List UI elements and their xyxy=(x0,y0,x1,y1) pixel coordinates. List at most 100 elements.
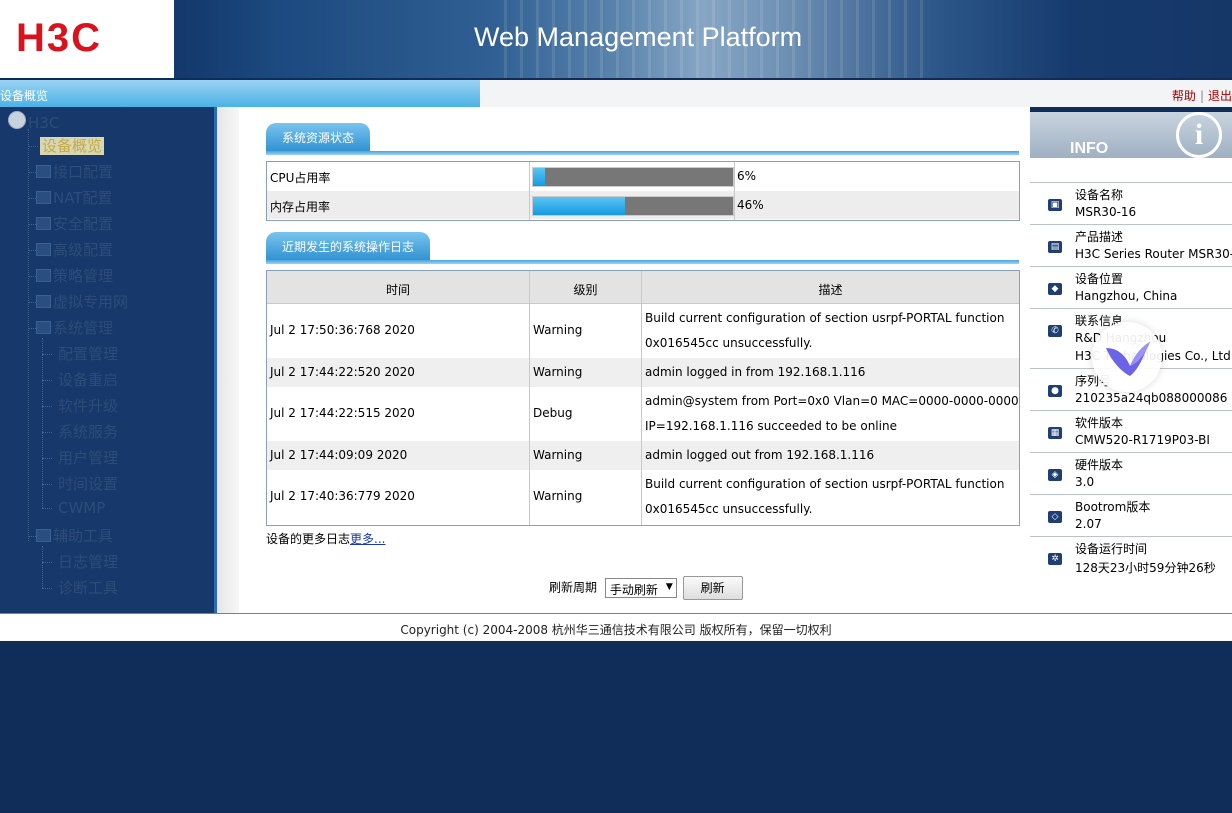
folder-icon xyxy=(36,191,51,204)
sidebar-item-users[interactable]: 用户管理 xyxy=(58,449,118,467)
sidebar-item-label: 系统管理 xyxy=(53,319,114,337)
sidebar-item-label: 系统服务 xyxy=(58,423,119,441)
sidebar-item-device-overview[interactable]: 设备概览 xyxy=(40,137,105,155)
content-left-edge xyxy=(217,107,239,613)
sidebar-item-security[interactable]: 安全配置 xyxy=(36,215,113,233)
info-key: Bootrom版本 xyxy=(1075,500,1151,514)
info-device-name: ▣ 设备名称 MSR30-16 xyxy=(1030,182,1232,225)
sidebar-item-services[interactable]: 系统服务 xyxy=(58,423,118,441)
sidebar-item-upgrade[interactable]: 软件升级 xyxy=(58,397,118,415)
log-desc-cont: 0x016545cc unsuccessfully. xyxy=(645,502,813,516)
sidebar-item-label: 诊断工具 xyxy=(58,579,119,597)
info-value: MSR30-16 xyxy=(1075,205,1137,219)
info-key: 产品描述 xyxy=(1075,230,1124,244)
copyright-text: Copyright (c) 2004-2008 杭州华三通信技术有限公司 版权所… xyxy=(400,623,832,637)
sidebar-item-interface[interactable]: 接口配置 xyxy=(36,163,113,181)
resource-table: CPU占用率 6% 内存占用率 46% xyxy=(266,161,1020,221)
logout-link[interactable]: 退出 xyxy=(1208,89,1232,103)
table-row: Jul 2 17:44:22:515 2020 Debug admin@syst… xyxy=(267,387,1019,441)
sidebar-item-vpn[interactable]: 虚拟专用网 xyxy=(36,293,128,311)
sidebar-item-system[interactable]: 系统管理 xyxy=(36,319,113,337)
memory-row: 内存占用率 46% xyxy=(267,191,1019,219)
users-icon xyxy=(8,111,26,129)
info-location: ◆ 设备位置 Hangzhou, China xyxy=(1030,266,1232,309)
info-title: INFO xyxy=(1070,140,1109,157)
log-time: Jul 2 17:40:36:779 2020 xyxy=(270,489,415,503)
log-time: Jul 2 17:50:36:768 2020 xyxy=(270,323,415,337)
info-bootrom: ◇ Bootrom版本 2.07 xyxy=(1030,494,1232,537)
sidebar-item-advanced[interactable]: 高级配置 xyxy=(36,241,113,259)
contact-icon: ✆ xyxy=(1048,325,1062,337)
more-logs: 设备的更多日志更多... xyxy=(266,530,385,547)
info-uptime: ✲ 设备运行时间 128天23小时59分钟26秒 xyxy=(1030,536,1232,579)
info-value: 3.0 xyxy=(1075,475,1095,489)
more-logs-link[interactable]: 更多... xyxy=(350,532,385,546)
log-table-header: 时间 级别 描述 xyxy=(267,271,1019,304)
sidebar-item-label: 策略管理 xyxy=(53,267,114,285)
sidebar-item-cwmp[interactable]: CWMP xyxy=(58,499,105,517)
cpu-usage-bar xyxy=(532,167,734,187)
folder-open-icon xyxy=(36,529,51,542)
table-row: Jul 2 17:44:09:09 2020 Warning admin log… xyxy=(267,441,1019,470)
sidebar-item-label: 安全配置 xyxy=(53,215,114,233)
col-header-level: 级别 xyxy=(573,283,598,297)
product-icon: ▤ xyxy=(1048,241,1062,253)
device-icon: ▣ xyxy=(1048,199,1062,211)
log-level: Debug xyxy=(533,406,573,420)
sidebar-item-policy[interactable]: 策略管理 xyxy=(36,267,113,285)
info-key: 设备位置 xyxy=(1075,272,1124,286)
section-rule xyxy=(266,260,1019,264)
info-software: ▦ 软件版本 CMW520-R1719P03-BI xyxy=(1030,410,1232,453)
col-header-time: 时间 xyxy=(385,283,410,297)
sidebar-item-label: 辅助工具 xyxy=(53,527,114,545)
cpu-label: CPU占用率 xyxy=(270,171,331,185)
log-time: Jul 2 17:44:22:520 2020 xyxy=(270,365,415,379)
info-icon: i xyxy=(1176,112,1222,158)
folder-icon xyxy=(36,217,51,230)
main-content: 系统资源状态 CPU占用率 6% 内存占用率 46% 近期发生的系统操作日志 时… xyxy=(217,107,1030,613)
info-value: CMW520-R1719P03-BI xyxy=(1075,433,1210,447)
log-desc: Build current configuration of section u… xyxy=(645,477,1005,491)
sidebar-item-label: 虚拟专用网 xyxy=(53,293,129,311)
sidebar-item-label: 高级配置 xyxy=(53,241,114,259)
banner: Web Management Platform xyxy=(174,0,1232,78)
sidebar-item-label: 设备重启 xyxy=(58,371,119,389)
memory-label: 内存占用率 xyxy=(270,200,331,214)
info-product: ▤ 产品描述 H3C Series Router MSR30-16 xyxy=(1030,224,1232,267)
column-divider xyxy=(529,271,530,525)
table-row: Jul 2 17:50:36:768 2020 Warning Build cu… xyxy=(267,304,1019,358)
log-desc-cont: 0x016545cc unsuccessfully. xyxy=(645,336,813,350)
refresh-period-select[interactable]: 手动刷新 ▼ xyxy=(604,578,677,598)
help-link[interactable]: 帮助 xyxy=(1172,89,1196,103)
tree-root[interactable]: H3C xyxy=(8,111,59,132)
sidebar-item-reboot[interactable]: 设备重启 xyxy=(58,371,118,389)
tree-root-label: H3C xyxy=(28,114,60,132)
floating-assistant-button[interactable] xyxy=(1092,322,1162,392)
sidebar-item-label: 时间设置 xyxy=(58,475,119,493)
current-page-title: 设备概览 xyxy=(0,89,49,103)
more-logs-text: 设备的更多日志 xyxy=(266,532,351,546)
footer: Copyright (c) 2004-2008 杭州华三通信技术有限公司 版权所… xyxy=(0,613,1232,641)
gear-icon: ✲ xyxy=(1048,553,1062,565)
hardware-icon: ◈ xyxy=(1048,469,1062,481)
folder-icon xyxy=(36,243,51,256)
refresh-button[interactable]: 刷新 xyxy=(682,576,743,600)
sidebar-item-label: 配置管理 xyxy=(58,345,119,363)
sidebar-item-tools[interactable]: 辅助工具 xyxy=(36,527,113,545)
sidebar-item-diagnostics[interactable]: 诊断工具 xyxy=(58,579,118,597)
info-value: 210235a24qb088000086 xyxy=(1075,391,1228,405)
sidebar-item-time[interactable]: 时间设置 xyxy=(58,475,118,493)
sidebar-item-config-mgmt[interactable]: 配置管理 xyxy=(58,345,118,363)
log-desc: admin@system from Port=0x0 Vlan=0 MAC=00… xyxy=(645,394,1019,408)
log-table: 时间 级别 描述 Jul 2 17:50:36:768 2020 Warning… xyxy=(266,270,1020,526)
sidebar-item-log-mgmt[interactable]: 日志管理 xyxy=(58,553,118,571)
refresh-period-value: 手动刷新 xyxy=(609,583,658,597)
bird-icon xyxy=(1106,342,1150,376)
resource-section-title: 系统资源状态 xyxy=(266,123,371,153)
sidebar-item-nat[interactable]: NAT配置 xyxy=(36,189,112,207)
column-divider xyxy=(641,271,642,525)
sidebar-item-label: CWMP xyxy=(58,499,106,517)
info-key: 硬件版本 xyxy=(1075,458,1124,472)
log-level: Warning xyxy=(533,323,583,337)
sidebar-item-label: 软件升级 xyxy=(58,397,119,415)
